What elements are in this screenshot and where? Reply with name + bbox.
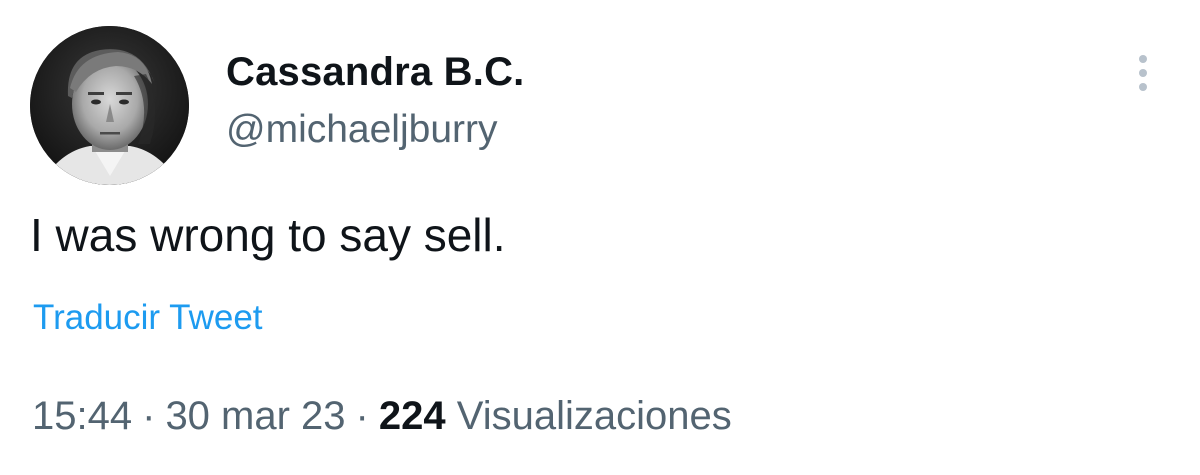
- avatar-image: [30, 26, 189, 185]
- tweet-meta: 15:44 · 30 mar 23 · 224 Visualizaciones: [32, 394, 732, 439]
- views-count[interactable]: 224: [379, 394, 446, 438]
- tweet-text: I was wrong to say sell.: [30, 209, 506, 261]
- avatar[interactable]: [30, 26, 189, 185]
- translate-tweet-link[interactable]: Traducir Tweet: [33, 298, 263, 338]
- display-name[interactable]: Cassandra B.C.: [226, 50, 524, 95]
- separator: ·: [142, 394, 156, 438]
- more-vertical-icon: [1139, 55, 1147, 63]
- separator: ·: [355, 394, 369, 438]
- tweet-card: Cassandra B.C. @michaeljburry I was wron…: [0, 0, 1200, 475]
- more-vertical-icon: [1139, 83, 1147, 91]
- more-options-button[interactable]: [1128, 50, 1158, 96]
- more-vertical-icon: [1139, 69, 1147, 77]
- views-label[interactable]: Visualizaciones: [457, 394, 732, 438]
- user-handle[interactable]: @michaeljburry: [226, 108, 498, 152]
- tweet-time[interactable]: 15:44: [32, 394, 132, 438]
- tweet-date[interactable]: 30 mar 23: [165, 394, 345, 438]
